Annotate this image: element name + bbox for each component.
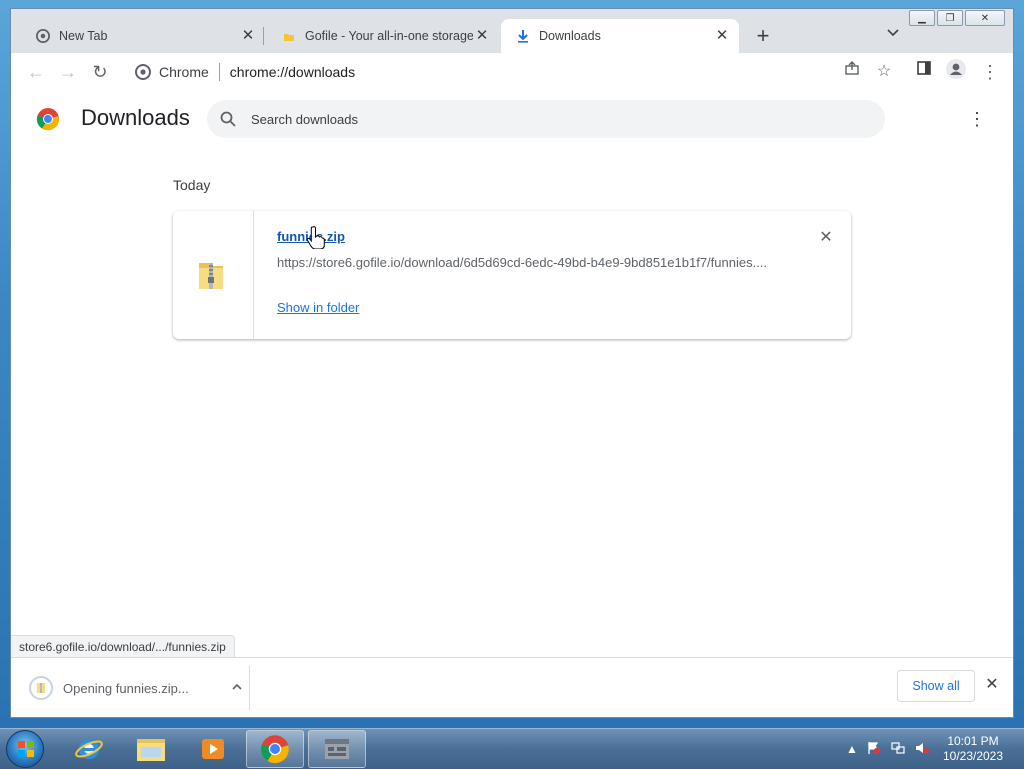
close-shelf-icon[interactable]: ✕ — [983, 676, 1001, 694]
close-icon[interactable]: ✕ — [239, 27, 257, 45]
download-item: funnies.zip https://store6.gofile.io/dow… — [173, 211, 851, 339]
forward-arrow-icon[interactable]: → — [55, 59, 81, 85]
browser-toolbar: ← → ↻ Chrome chrome://downloads ☆ ⋮ — [11, 53, 1013, 92]
close-window-button[interactable]: ✕ — [965, 10, 1005, 26]
new-tab-button[interactable]: + — [749, 23, 777, 51]
file-explorer-taskbar-button[interactable] — [122, 730, 180, 768]
start-button[interactable] — [6, 730, 44, 768]
action-center-flag-icon[interactable] — [866, 741, 882, 757]
restore-button[interactable]: ❐ — [937, 10, 963, 26]
download-file-icon-area — [173, 211, 254, 339]
tab-divider — [263, 27, 264, 45]
show-all-button[interactable]: Show all — [897, 670, 975, 702]
remove-download-icon[interactable]: ✕ — [817, 229, 835, 247]
address-bar[interactable]: Chrome chrome://downloads — [125, 57, 825, 87]
search-input[interactable] — [251, 100, 851, 138]
search-icon — [220, 111, 236, 127]
tab-gofile[interactable]: Gofile - Your all-in-one storage s ✕ — [267, 19, 499, 53]
tab-title: Gofile - Your all-in-one storage s — [305, 29, 473, 43]
tab-title: New Tab — [59, 29, 108, 43]
system-clock[interactable]: 10:01 PM 10/23/2023 — [940, 734, 1006, 764]
minimize-button[interactable]: ▁ — [909, 10, 935, 26]
close-icon[interactable]: ✕ — [473, 27, 491, 45]
status-bar: store6.gofile.io/download/.../funnies.zi… — [11, 635, 235, 658]
back-arrow-icon[interactable]: ← — [23, 59, 49, 85]
internet-explorer-icon — [75, 739, 103, 759]
chrome-window: New Tab ✕ Gofile - Your all-in-one stora… — [10, 8, 1014, 718]
hand-cursor-icon — [307, 226, 325, 249]
download-progress-icon — [29, 676, 53, 700]
tab-downloads[interactable]: Downloads ✕ — [501, 19, 739, 53]
page-more-menu-icon[interactable]: ⋮ — [967, 109, 987, 129]
page-title: Downloads — [81, 105, 190, 130]
clock-time: 10:01 PM — [947, 734, 999, 748]
internet-explorer-taskbar-button[interactable] — [60, 730, 118, 768]
chrome-taskbar-button[interactable] — [246, 730, 304, 768]
window-controls: ▁ ❐ ✕ — [907, 10, 1005, 26]
reload-icon[interactable]: ↻ — [87, 59, 113, 85]
archive-icon — [325, 739, 349, 759]
windows-taskbar: ▲ 10:01 PM 10/23/2023 — [0, 728, 1024, 769]
chrome-icon — [35, 28, 51, 44]
downloads-header: Downloads ⋮ — [11, 91, 1013, 147]
shelf-item-status: Opening funnies.zip... — [63, 680, 189, 696]
gofile-icon — [281, 28, 297, 44]
tab-strip: New Tab ✕ Gofile - Your all-in-one stora… — [11, 9, 1013, 53]
media-player-taskbar-button[interactable] — [184, 730, 242, 768]
omnibox-url[interactable]: chrome://downloads — [230, 64, 355, 80]
download-shelf: Opening funnies.zip... Show all ✕ — [11, 657, 1013, 717]
folder-icon — [137, 739, 165, 761]
show-in-folder-link[interactable]: Show in folder — [277, 300, 359, 315]
omnibox-divider — [218, 63, 220, 81]
chrome-icon — [261, 735, 289, 764]
side-panel-icon[interactable] — [911, 59, 937, 85]
date-section-label: Today — [173, 177, 211, 193]
system-tray: ▲ — [842, 729, 942, 769]
profile-avatar-icon[interactable] — [943, 59, 969, 85]
chrome-logo-icon — [36, 108, 60, 131]
shelf-divider — [249, 666, 250, 710]
download-source-url[interactable]: https://store6.gofile.io/download/6d5d69… — [277, 255, 777, 270]
download-icon — [515, 28, 531, 44]
bookmark-star-icon[interactable]: ☆ — [871, 59, 897, 85]
browser-menu-icon[interactable]: ⋮ — [977, 59, 1003, 85]
tab-title: Downloads — [539, 29, 601, 43]
media-player-icon — [202, 739, 224, 759]
archive-app-taskbar-button[interactable] — [308, 730, 366, 768]
share-icon[interactable] — [839, 59, 865, 85]
shelf-download-item[interactable]: Opening funnies.zip... — [19, 668, 249, 708]
chevron-up-icon[interactable] — [225, 680, 249, 696]
windows-logo-icon — [18, 741, 34, 757]
volume-muted-icon[interactable] — [914, 741, 930, 757]
chrome-icon — [135, 64, 151, 80]
search-box[interactable] — [207, 100, 885, 138]
network-icon[interactable] — [890, 741, 906, 757]
tab-search-chevron-icon[interactable] — [881, 25, 905, 49]
tab-new-tab[interactable]: New Tab ✕ — [21, 19, 265, 53]
omnibox-chip-label: Chrome — [159, 64, 209, 80]
close-icon[interactable]: ✕ — [713, 27, 731, 45]
show-hidden-icons-icon[interactable]: ▲ — [844, 741, 860, 757]
zip-folder-icon — [199, 263, 223, 289]
clock-date: 10/23/2023 — [942, 749, 1004, 763]
